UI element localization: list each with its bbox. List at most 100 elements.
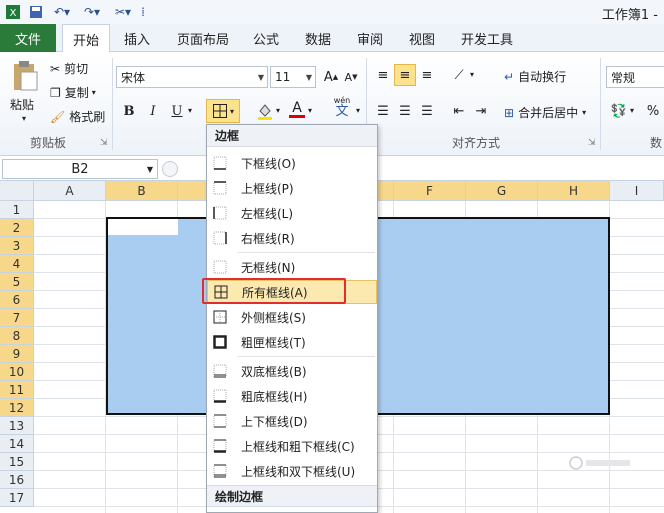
menu-item-left-border[interactable]: 左框线(L): [207, 201, 377, 225]
row-header[interactable]: 7: [0, 309, 34, 327]
name-box[interactable]: B2 ▼: [2, 159, 158, 179]
tab-page-layout[interactable]: 页面布局: [177, 24, 229, 52]
row-header[interactable]: 15: [0, 453, 34, 471]
column-header[interactable]: G: [466, 181, 538, 201]
active-cell[interactable]: [108, 219, 178, 235]
tab-formulas[interactable]: 公式: [253, 24, 279, 52]
align-center-icon[interactable]: ☰: [394, 100, 416, 122]
fill-color-icon[interactable]: [254, 100, 276, 122]
column-header[interactable]: H: [538, 181, 610, 201]
currency-icon[interactable]: 💱: [608, 100, 630, 122]
menu-item-thick-bottom-border[interactable]: 粗底框线(H): [207, 384, 377, 408]
tab-insert[interactable]: 插入: [124, 24, 150, 52]
phonetic-icon: 文: [335, 104, 349, 119]
row-header[interactable]: 14: [0, 435, 34, 453]
decrease-indent-icon[interactable]: ⇤: [448, 100, 470, 122]
align-right-icon[interactable]: ☰: [416, 100, 438, 122]
menu-item-right-border[interactable]: 右框线(R): [207, 226, 377, 250]
menu-item-top-bottom-border[interactable]: 上下框线(D): [207, 409, 377, 433]
top-double-bottom-border-icon: [213, 464, 227, 478]
bold-button[interactable]: B: [118, 100, 140, 122]
menu-item-bottom-double-border[interactable]: 双底框线(B): [207, 359, 377, 383]
menu-item-bottom-border[interactable]: 下框线(O): [207, 151, 377, 175]
fill-dropdown-icon[interactable]: ▾: [276, 106, 280, 115]
copy-button[interactable]: ❐ 复制 ▾: [50, 84, 96, 101]
row-header[interactable]: 10: [0, 363, 34, 381]
dialog-launcher-icon[interactable]: ⇲: [588, 138, 596, 148]
row-header[interactable]: 1: [0, 201, 34, 219]
save-icon[interactable]: [28, 3, 44, 21]
wrap-text-button[interactable]: ↵ 自动换行: [504, 68, 566, 85]
customize-qat-icon[interactable]: ⁞: [138, 3, 148, 21]
cut-button[interactable]: ✂ 剪切: [50, 60, 88, 77]
percent-button[interactable]: %: [642, 100, 664, 122]
align-bottom-icon[interactable]: ≡: [416, 64, 438, 86]
row-header[interactable]: 17: [0, 489, 34, 507]
paste-dropdown-icon[interactable]: ▾: [22, 114, 26, 123]
tab-data[interactable]: 数据: [305, 24, 331, 52]
italic-button[interactable]: I: [142, 100, 164, 122]
column-header[interactable]: F: [394, 181, 466, 201]
top-border-icon: [213, 181, 227, 195]
row-header[interactable]: 12: [0, 399, 34, 417]
tools-icon[interactable]: ✂▾: [112, 3, 134, 21]
row-header[interactable]: 6: [0, 291, 34, 309]
menu-item-outside-borders[interactable]: 外侧框线(S): [207, 305, 377, 329]
row-header[interactable]: 11: [0, 381, 34, 399]
increase-indent-icon[interactable]: ⇥: [470, 100, 492, 122]
row-header[interactable]: 16: [0, 471, 34, 489]
row-header[interactable]: 9: [0, 345, 34, 363]
menu-item-top-border[interactable]: 上框线(P): [207, 176, 377, 200]
font-name-combo[interactable]: 宋体 ▼: [116, 66, 268, 88]
orientation-dropdown-icon[interactable]: ▾: [470, 70, 474, 79]
font-color-button[interactable]: A: [286, 98, 308, 120]
merge-center-button[interactable]: ⊞ 合并后居中 ▾: [504, 104, 586, 121]
paste-button[interactable]: 粘贴: [10, 96, 34, 113]
row-header[interactable]: 8: [0, 327, 34, 345]
font-color-dropdown-icon[interactable]: ▾: [308, 106, 312, 115]
formula-expand-handle[interactable]: [162, 161, 178, 177]
align-left-icon[interactable]: ☰: [372, 100, 394, 122]
row-header[interactable]: 5: [0, 273, 34, 291]
undo-icon[interactable]: ↶▾: [50, 3, 74, 21]
borders-button[interactable]: ▾: [206, 99, 240, 123]
underline-dropdown-icon[interactable]: ▾: [188, 106, 192, 115]
align-top-icon[interactable]: ≡: [372, 64, 394, 86]
column-header[interactable]: B: [106, 181, 178, 201]
tab-developer[interactable]: 开发工具: [461, 24, 513, 52]
brush-icon: 🖌: [50, 109, 66, 124]
grow-font-icon[interactable]: A ▲: [320, 66, 342, 88]
tab-review[interactable]: 审阅: [357, 24, 383, 52]
select-all-corner[interactable]: [0, 181, 34, 201]
format-painter-button[interactable]: 🖌 格式刷: [50, 108, 105, 125]
redo-icon[interactable]: ↷▾: [80, 3, 104, 21]
currency-dropdown-icon[interactable]: ▾: [630, 106, 634, 115]
menu-item-top-thick-bottom-border[interactable]: 上框线和粗下框线(C): [207, 434, 377, 458]
top-bottom-border-icon: [213, 414, 227, 428]
tab-file[interactable]: 文件: [0, 24, 56, 52]
row-header[interactable]: 4: [0, 255, 34, 273]
shrink-font-icon[interactable]: A ▼: [340, 66, 362, 88]
menu-item-thick-box-border[interactable]: 粗匣框线(T): [207, 330, 377, 354]
row-header[interactable]: 2: [0, 219, 34, 237]
tab-view[interactable]: 视图: [409, 24, 435, 52]
menu-item-no-border[interactable]: 无框线(N): [207, 255, 377, 279]
orientation-icon[interactable]: ⟋: [448, 64, 470, 86]
draw-borders-header: 绘制边框: [207, 485, 377, 507]
phonetic-dropdown-icon[interactable]: ▾: [356, 106, 360, 115]
row-header[interactable]: 13: [0, 417, 34, 435]
column-header[interactable]: I: [610, 181, 664, 201]
align-middle-icon[interactable]: ≡: [394, 64, 416, 86]
number-format-combo[interactable]: 常规: [606, 66, 664, 88]
left-border-icon: [213, 206, 227, 220]
phonetic-button[interactable]: wén 文: [330, 96, 354, 118]
column-header[interactable]: A: [34, 181, 106, 201]
underline-button[interactable]: U: [166, 100, 188, 122]
row-header[interactable]: 3: [0, 237, 34, 255]
paste-icon[interactable]: [8, 58, 42, 94]
tab-home[interactable]: 开始: [62, 24, 111, 53]
font-size-combo[interactable]: 11 ▼: [270, 66, 316, 88]
svg-text:X: X: [10, 8, 17, 19]
menu-item-top-double-bottom-border[interactable]: 上框线和双下框线(U): [207, 459, 377, 483]
dialog-launcher-icon[interactable]: ⇲: [100, 138, 108, 148]
